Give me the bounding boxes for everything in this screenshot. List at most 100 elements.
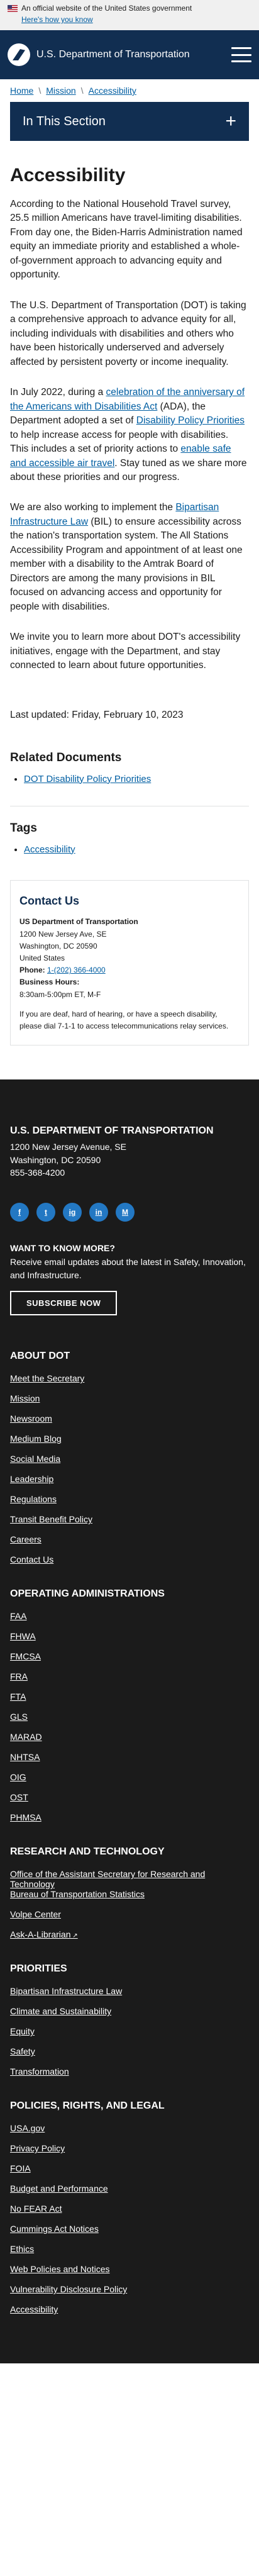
facebook-icon[interactable]: f (10, 1203, 29, 1222)
list-item: FRA (10, 1671, 249, 1692)
related-doc-link[interactable]: DOT Disability Policy Priorities (24, 774, 151, 784)
footer-address-1: 1200 New Jersey Avenue, SE (10, 1142, 126, 1152)
footer-link[interactable]: Safety (10, 2046, 35, 2056)
footer-link[interactable]: Accessibility (10, 2304, 58, 2314)
footer-link[interactable]: No FEAR Act (10, 2204, 62, 2214)
footer-link[interactable]: OIG (10, 1772, 26, 1782)
list-item: Safety (10, 2046, 249, 2066)
paragraph-1: According to the National Household Trav… (10, 199, 243, 281)
paragraph-4: We are also working to implement the Bip… (10, 502, 243, 612)
footer-link[interactable]: Ethics (10, 2244, 34, 2254)
footer-link[interactable]: Volpe Center (10, 1909, 61, 1919)
paragraph-3: In July 2022, during a celebration of th… (10, 387, 247, 482)
disability-policy-priorities-link[interactable]: Disability Policy Priorities (136, 415, 245, 426)
footer-link[interactable]: PHMSA (10, 1812, 41, 1822)
footer-link[interactable]: USA.gov (10, 2123, 45, 2133)
want-to-know-more-heading: WANT TO KNOW MORE? (10, 1243, 115, 1254)
list-item: Ethics (10, 2244, 249, 2264)
footer-link[interactable]: FRA (10, 1671, 28, 1681)
linkedin-icon[interactable]: in (89, 1203, 108, 1222)
list-item: Equity (10, 2026, 249, 2046)
list-item: Budget and Performance (10, 2183, 249, 2204)
breadcrumb-mission[interactable]: Mission (46, 86, 75, 96)
list-item: DOT Disability Policy Priorities (24, 774, 249, 784)
footer-link[interactable]: Leadership (10, 1474, 53, 1484)
contact-hours: 8:30am-5:00pm ET, M-F (19, 990, 101, 999)
breadcrumb-home[interactable]: Home (10, 86, 33, 96)
medium-icon[interactable]: M (116, 1203, 135, 1222)
contact-address-2: Washington, DC 20590 (19, 941, 97, 951)
footer-link[interactable]: Web Policies and Notices (10, 2264, 109, 2274)
breadcrumb-accessibility[interactable]: Accessibility (89, 86, 136, 96)
footer-link[interactable]: Bureau of Transportation Statistics (10, 1889, 145, 1899)
footer-link[interactable]: Budget and Performance (10, 2183, 108, 2194)
footer-link[interactable]: Equity (10, 2026, 35, 2036)
tag-link[interactable]: Accessibility (24, 844, 75, 855)
footer-link[interactable]: Transformation (10, 2066, 69, 2077)
paragraph-5: We invite you to learn more about DOT's … (10, 632, 241, 671)
contact-relay-note: If you are deaf, hard of hearing, or hav… (19, 1009, 229, 1030)
related-documents: Related Documents DOT Disability Policy … (10, 751, 249, 784)
list-item: Bureau of Transportation Statistics (10, 1889, 249, 1909)
footer-org: U.S. DEPARTMENT OF TRANSPORTATION (10, 1125, 214, 1137)
footer-link[interactable]: Climate and Sustainability (10, 2006, 111, 2016)
footer-address: U.S. DEPARTMENT OF TRANSPORTATION 1200 N… (10, 1124, 249, 1179)
footer-link[interactable]: Mission (10, 1393, 40, 1403)
gov-banner-text: An official website of the United States… (21, 4, 192, 13)
footer-link[interactable]: Ask-A-Librarian (10, 1929, 78, 1939)
contact-card: Contact Us US Department of Transportati… (10, 879, 249, 1046)
list-item: Cummings Act Notices (10, 2224, 249, 2244)
footer-link[interactable]: FAA (10, 1611, 26, 1621)
footer-link[interactable]: FOIA (10, 2163, 31, 2173)
footer-link[interactable]: MARAD (10, 1732, 42, 1742)
footer-link[interactable]: GLS (10, 1712, 28, 1722)
footer-link[interactable]: Meet the Secretary (10, 1373, 84, 1383)
instagram-icon[interactable]: ig (63, 1203, 82, 1222)
heres-how-you-know-link[interactable]: Here's how you know (21, 15, 93, 24)
list-item: PHMSA (10, 1812, 249, 1832)
twitter-icon[interactable]: t (36, 1203, 55, 1222)
footer-link[interactable]: FTA (10, 1692, 26, 1702)
footer-link[interactable]: Bipartisan Infrastructure Law (10, 1986, 122, 1996)
footer-link[interactable]: Cummings Act Notices (10, 2224, 99, 2234)
footer-link[interactable]: Careers (10, 1534, 41, 1544)
breadcrumb-separator: \ (38, 86, 41, 96)
list-item: Leadership (10, 1474, 249, 1494)
in-this-section-toggle[interactable]: In This Section + (10, 102, 249, 141)
list-item: Ask-A-Librarian (10, 1929, 249, 1949)
footer-link[interactable]: FHWA (10, 1631, 36, 1641)
footer-link[interactable]: FMCSA (10, 1651, 41, 1661)
list-item: Office of the Assistant Secretary for Re… (10, 1869, 249, 1889)
list-item: FHWA (10, 1631, 249, 1651)
footer-section-heading: PRIORITIES (10, 1963, 67, 1975)
footer-link[interactable]: Transit Benefit Policy (10, 1514, 92, 1524)
footer-link[interactable]: OST (10, 1792, 28, 1802)
breadcrumb-separator: \ (80, 86, 84, 96)
footer-link[interactable]: Office of the Assistant Secretary for Re… (10, 1869, 205, 1889)
dot-logo[interactable]: U.S. Department of Transportation (8, 43, 190, 66)
footer-link[interactable]: NHTSA (10, 1752, 40, 1762)
contact-phone-row: Phone: 1-(202) 366-4000 (19, 966, 106, 975)
contact-phone-link[interactable]: 1-(202) 366-4000 (47, 966, 106, 974)
footer-link[interactable]: Contact Us (10, 1554, 53, 1564)
footer-link[interactable]: Social Media (10, 1454, 60, 1464)
footer-link[interactable]: Medium Blog (10, 1434, 62, 1444)
footer-section-heading: RESEARCH AND TECHNOLOGY (10, 1846, 165, 1858)
list-item: Climate and Sustainability (10, 2006, 249, 2026)
subscribe-button[interactable]: SUBSCRIBE NOW (10, 1291, 118, 1316)
contact-heading: Contact Us (19, 894, 80, 907)
list-item: Accessibility (24, 844, 249, 855)
last-updated: Last updated: Friday, February 10, 2023 (10, 709, 184, 720)
list-item: OIG (10, 1772, 249, 1792)
footer-section-heading: POLICIES, RIGHTS, AND LEGAL (10, 2100, 165, 2112)
footer-link[interactable]: Privacy Policy (10, 2143, 65, 2153)
footer-link[interactable]: Newsroom (10, 1413, 52, 1424)
footer-link[interactable]: Vulnerability Disclosure Policy (10, 2284, 127, 2294)
menu-button[interactable] (231, 47, 251, 62)
footer-section-heading: OPERATING ADMINISTRATIONS (10, 1588, 165, 1600)
footer-link[interactable]: Regulations (10, 1494, 57, 1504)
list-item: No FEAR Act (10, 2204, 249, 2224)
list-item: Accessibility (10, 2304, 249, 2324)
list-item: FOIA (10, 2163, 249, 2183)
list-item: Transit Benefit Policy (10, 1514, 249, 1534)
